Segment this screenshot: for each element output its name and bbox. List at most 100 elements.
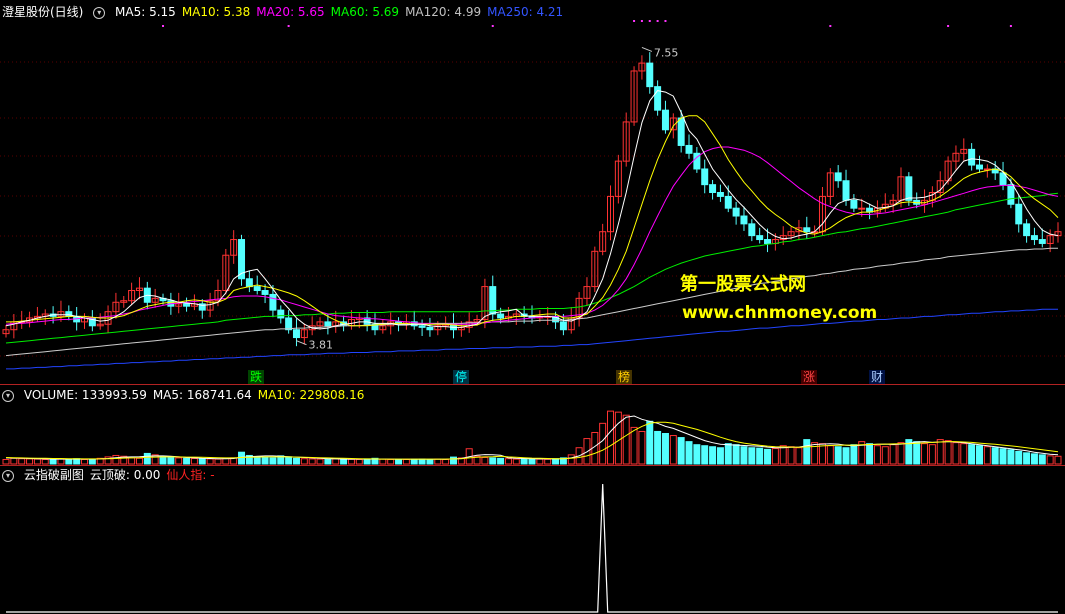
signal-dot-4 xyxy=(664,20,667,22)
candle-body-89 xyxy=(701,168,709,186)
volume-bar-124 xyxy=(975,445,983,465)
candle-body-109 xyxy=(858,207,866,210)
volume-bar-70 xyxy=(552,458,560,465)
signal-mark-0 xyxy=(162,25,165,27)
candle-body-93 xyxy=(732,207,740,217)
candle-body-129 xyxy=(1015,203,1023,225)
volume-bar-66 xyxy=(520,458,528,465)
candle-body-128 xyxy=(1007,184,1015,205)
volume-bar-62 xyxy=(489,457,497,465)
candle-body-41 xyxy=(324,321,332,327)
volume-bar-79 xyxy=(622,414,630,465)
volume-bar-33 xyxy=(261,456,269,465)
volume-bar-22 xyxy=(175,457,183,465)
event-marker-3[interactable]: 涨 xyxy=(801,370,818,384)
volume-bar-99 xyxy=(779,445,787,465)
volume-bar-44 xyxy=(347,458,355,465)
volume-bar-41 xyxy=(324,459,332,465)
candle-body-86 xyxy=(677,117,685,146)
low-label: 3.81 xyxy=(308,339,333,352)
volume-bar-8 xyxy=(65,458,73,465)
volume-bar-89 xyxy=(701,445,709,465)
volume-bar-111 xyxy=(873,445,881,465)
volume-bar-0 xyxy=(2,459,10,465)
volume-bar-98 xyxy=(771,448,779,465)
signal-mark-1 xyxy=(287,25,290,27)
volume-bar-2 xyxy=(18,458,26,465)
candle-body-131 xyxy=(1030,235,1038,241)
volume-bar-23 xyxy=(183,457,191,465)
volume-bar-65 xyxy=(512,458,520,465)
event-marker-1[interactable]: 停 xyxy=(453,370,470,384)
volume-bar-72 xyxy=(567,454,575,465)
high-pointer xyxy=(641,46,653,52)
volume-bar-45 xyxy=(355,459,363,465)
volume-bar-3 xyxy=(26,458,34,465)
volume-bar-110 xyxy=(866,443,874,465)
volume-bar-95 xyxy=(748,447,756,465)
candle-body-32 xyxy=(253,286,261,292)
volume-bar-134 xyxy=(1054,455,1062,465)
candle-body-53 xyxy=(418,325,426,328)
volume-bar-93 xyxy=(732,444,740,465)
volume-bar-55 xyxy=(434,458,442,465)
volume-chart[interactable] xyxy=(0,385,1065,465)
signal-dot-2 xyxy=(648,20,651,22)
volume-bar-68 xyxy=(536,458,544,465)
event-marker-4[interactable]: 财 xyxy=(869,370,886,384)
candle-body-33 xyxy=(261,290,269,295)
event-marker-2[interactable]: 榜 xyxy=(616,370,633,384)
volume-bar-82 xyxy=(646,420,654,465)
volume-bar-118 xyxy=(928,444,936,465)
volume-bar-1 xyxy=(10,457,18,465)
volume-bar-106 xyxy=(834,446,842,465)
volume-bar-39 xyxy=(308,458,316,465)
volume-bar-83 xyxy=(654,430,662,465)
volume-bar-96 xyxy=(756,447,764,465)
volume-bar-94 xyxy=(740,446,748,465)
candle-body-90 xyxy=(709,184,717,193)
price-chart[interactable]: 7.55 3.81 xyxy=(0,0,1065,384)
volume-bar-52 xyxy=(410,458,418,465)
volume-bar-21 xyxy=(167,456,175,465)
candle-body-87 xyxy=(685,144,693,154)
volume-bar-133 xyxy=(1046,455,1054,465)
ma10-line xyxy=(6,115,1059,327)
candle-body-35 xyxy=(277,309,285,319)
volume-bar-48 xyxy=(379,458,387,465)
volume-bar-107 xyxy=(842,447,850,465)
volume-bar-97 xyxy=(764,448,772,465)
volume-bar-63 xyxy=(497,457,505,465)
volume-bar-76 xyxy=(599,422,607,465)
volume-bar-123 xyxy=(968,444,976,465)
volume-bar-92 xyxy=(724,443,732,465)
volume-bar-49 xyxy=(387,459,395,465)
volume-bar-105 xyxy=(826,445,834,465)
volume-bar-17 xyxy=(135,457,143,465)
event-marker-0[interactable]: 跌 xyxy=(248,370,265,384)
watermark-url: www.chnmoney.com xyxy=(682,303,878,323)
volume-bar-101 xyxy=(795,447,803,465)
candle-body-36 xyxy=(285,317,293,331)
volume-bar-57 xyxy=(449,456,457,465)
candle-body-124 xyxy=(975,164,983,170)
volume-bar-121 xyxy=(952,442,960,465)
volume-bar-40 xyxy=(316,458,324,465)
volume-bar-125 xyxy=(983,446,991,465)
volume-bar-87 xyxy=(685,441,693,465)
indicator-chart[interactable] xyxy=(0,466,1065,614)
volume-bar-84 xyxy=(661,433,669,465)
volume-bar-102 xyxy=(803,439,811,465)
candle-body-95 xyxy=(748,223,756,237)
volume-bar-120 xyxy=(944,440,952,465)
volume-bar-24 xyxy=(190,458,198,465)
volume-bar-6 xyxy=(49,458,57,465)
volume-bar-38 xyxy=(300,458,308,465)
volume-bar-77 xyxy=(607,410,615,465)
volume-bar-36 xyxy=(285,456,293,465)
volume-bar-119 xyxy=(936,439,944,465)
volume-bar-61 xyxy=(481,456,489,465)
candle-body-106 xyxy=(834,172,842,182)
volume-bar-42 xyxy=(332,458,340,465)
volume-bar-78 xyxy=(614,411,622,465)
